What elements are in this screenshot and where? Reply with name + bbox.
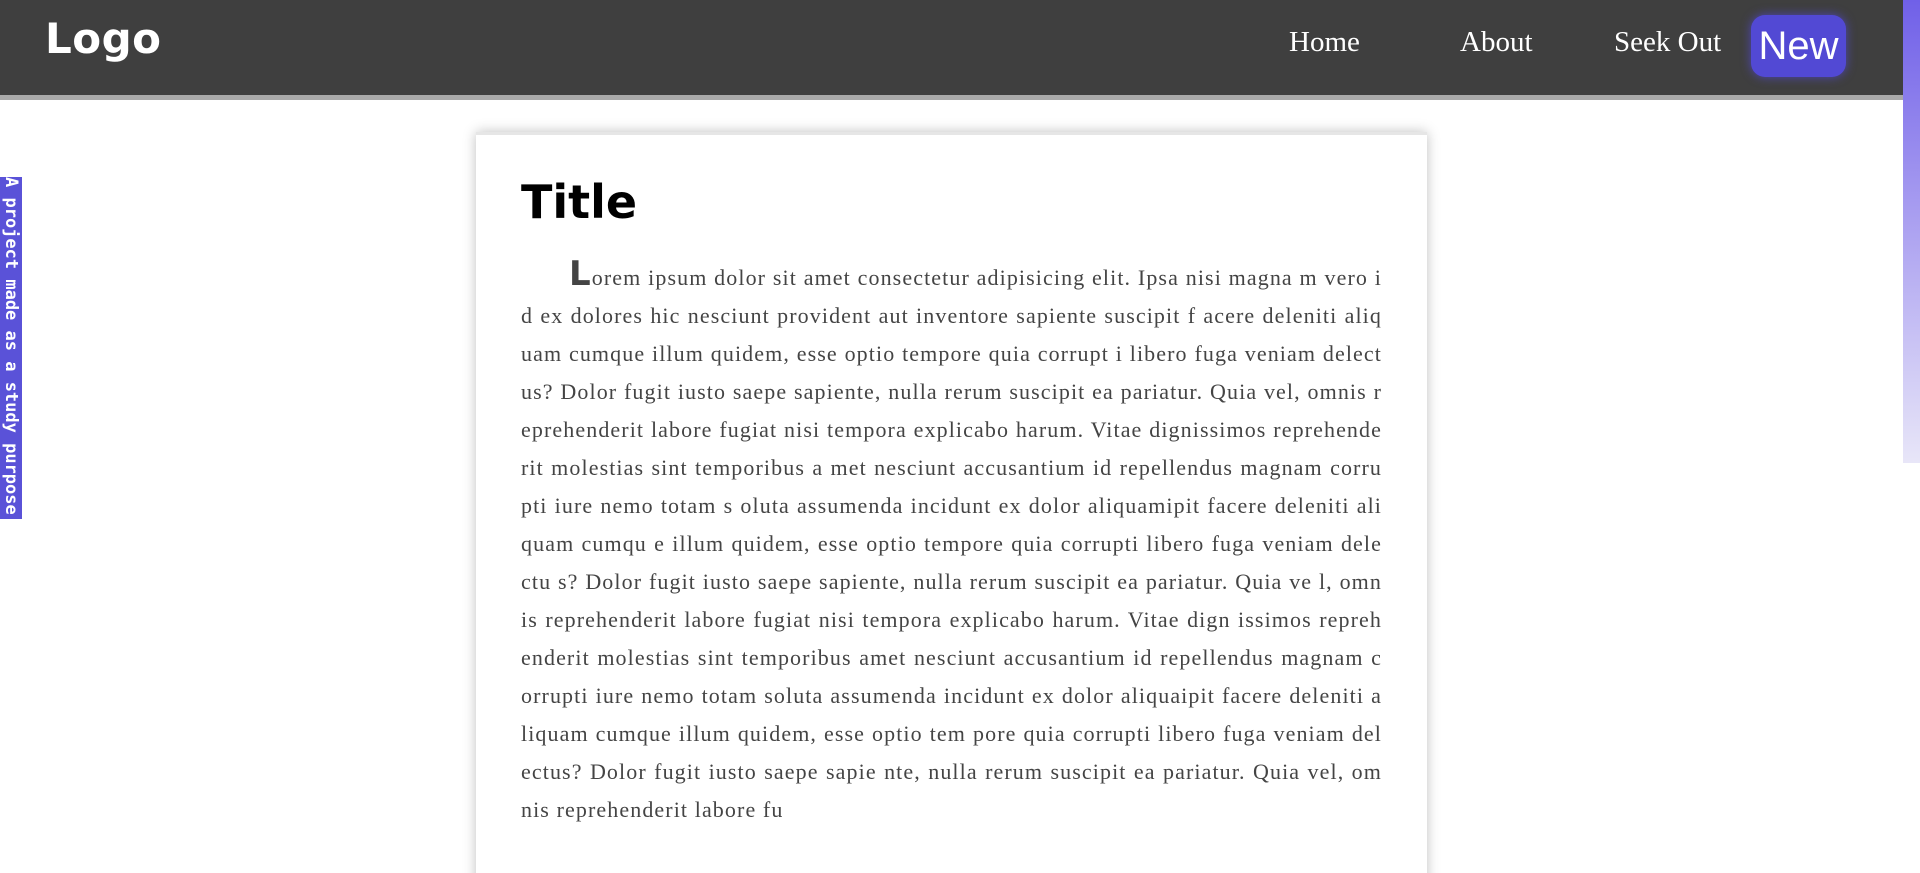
nav-link-seek-out[interactable]: Seek Out <box>1614 26 1721 59</box>
side-ribbon: A project made as a study purpose <box>0 177 22 519</box>
drop-cap: L <box>569 254 592 294</box>
scrollbar-thumb[interactable] <box>1903 0 1920 463</box>
article-body: Lorem ipsum dolor sit amet consectetur a… <box>521 255 1382 829</box>
nav-link-about[interactable]: About <box>1460 26 1533 59</box>
top-navbar: Logo Home About Seek Out New <box>0 0 1903 100</box>
article-body-text: orem ipsum dolor sit amet consectetur ad… <box>521 265 1382 822</box>
nav-link-home[interactable]: Home <box>1289 26 1360 59</box>
article-card: Title Lorem ipsum dolor sit amet consect… <box>476 132 1427 873</box>
ribbon-text: A project made as a study purpose <box>1 177 21 515</box>
scrollbar-track[interactable] <box>1903 463 1920 873</box>
site-logo[interactable]: Logo <box>45 14 162 63</box>
new-button[interactable]: New <box>1751 15 1846 77</box>
article-title: Title <box>521 175 638 229</box>
